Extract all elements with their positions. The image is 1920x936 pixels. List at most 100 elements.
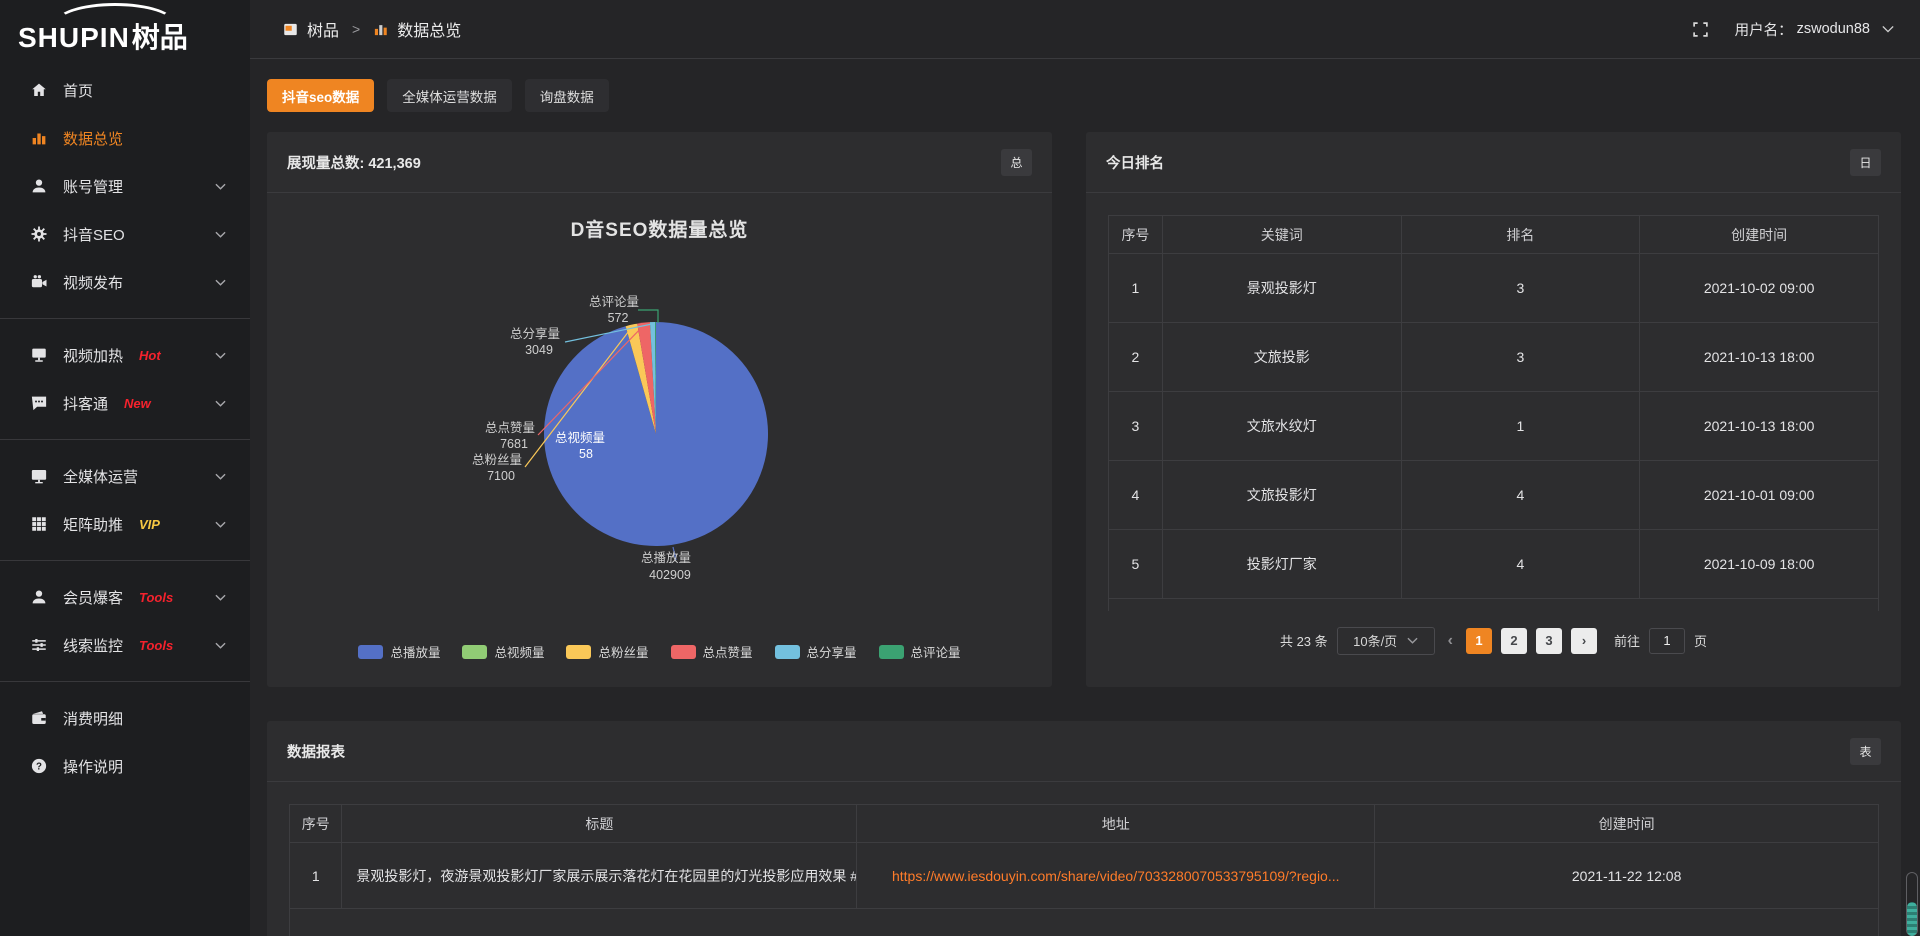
- grid-icon: [30, 515, 48, 533]
- legend-item-videos[interactable]: 总视频量: [462, 642, 544, 661]
- table-toggle-button[interactable]: 表: [1850, 738, 1881, 765]
- total-toggle-button[interactable]: 总: [1001, 149, 1032, 176]
- day-toggle-button[interactable]: 日: [1850, 149, 1881, 176]
- chevron-down-icon: [215, 642, 226, 649]
- pie-label-value-videos: 58: [579, 447, 593, 461]
- sidebar-item-data-overview[interactable]: 数据总览: [0, 114, 250, 162]
- sidebar-item-video-publish[interactable]: 视频发布: [0, 258, 250, 306]
- sidebar-divider: [0, 681, 250, 682]
- prev-page-button[interactable]: ‹: [1444, 632, 1457, 650]
- wallet-icon: [30, 709, 48, 727]
- page-button-2[interactable]: 2: [1501, 628, 1527, 654]
- sidebar-divider: [0, 560, 250, 561]
- legend-label: 总评论量: [911, 642, 961, 661]
- sidebar-item-label: 矩阵助推: [63, 514, 123, 535]
- rank-table: 序号关键词排名创建时间1景观投影灯32021-10-02 09:002文旅投影3…: [1086, 193, 1901, 611]
- chevron-down-icon: [215, 521, 226, 528]
- chevron-down-icon: [215, 231, 226, 238]
- legend-item-shares[interactable]: 总分享量: [775, 642, 857, 661]
- chevron-down-icon[interactable]: [1882, 25, 1894, 33]
- sidebar-item-leads-monitor[interactable]: 线索监控Tools: [0, 621, 250, 669]
- table-header-row: 序号标题地址创建时间: [290, 805, 1879, 843]
- pie-label-name-fans: 总粉丝量: [472, 452, 522, 467]
- sidebar-item-label: 会员爆客: [63, 587, 123, 608]
- tab-douyin-seo-data[interactable]: 抖音seo数据: [267, 79, 374, 112]
- pie-label-name-videos: 总视频量: [555, 430, 605, 445]
- sidebar-item-douketong[interactable]: 抖客通New: [0, 379, 250, 427]
- column-header: 序号: [1109, 216, 1163, 254]
- sidebar-item-spend-detail[interactable]: 消费明细: [0, 694, 250, 742]
- pie-chart: D音SEO数据量总览 总播放量402909总视频量58总粉丝量7100总点赞量7…: [267, 193, 1052, 687]
- sidebar-item-help[interactable]: ?操作说明: [0, 742, 250, 790]
- pie-label-value-comments: 572: [608, 311, 629, 325]
- legend-swatch: [462, 645, 487, 659]
- legend-item-fans[interactable]: 总粉丝量: [566, 642, 648, 661]
- member-icon: [30, 588, 48, 606]
- sidebar-item-matrix-boost[interactable]: 矩阵助推 VIP: [0, 500, 250, 548]
- cell: 文旅投影: [1162, 323, 1401, 392]
- cell: 投影灯厂家: [1162, 530, 1401, 599]
- sidebar-item-account-manage[interactable]: 账号管理: [0, 162, 250, 210]
- column-header: 标题: [342, 805, 857, 843]
- table-row: 1景观投影灯，夜游景观投影灯厂家展示展示落花灯在花园里的灯光投影应用效果 #ht…: [290, 843, 1879, 909]
- sidebar-item-media-ops[interactable]: 全媒体运营: [0, 452, 250, 500]
- breadcrumb: 树品 > 数据总览: [283, 17, 461, 41]
- pagination: 共 23 条10条/页‹123›前往1页: [1086, 627, 1901, 655]
- legend-item-comments[interactable]: 总评论量: [879, 642, 961, 661]
- screen-icon: [30, 346, 48, 364]
- report-table: 序号标题地址创建时间1景观投影灯，夜游景观投影灯厂家展示展示落花灯在花园里的灯光…: [267, 782, 1901, 936]
- jump-page-input[interactable]: 1: [1649, 628, 1685, 654]
- cell: 2021-10-02 09:00: [1640, 254, 1879, 323]
- page-size-select[interactable]: 10条/页: [1337, 627, 1435, 655]
- legend-item-plays[interactable]: 总播放量: [358, 642, 440, 661]
- sidebar-nav: 首页数据总览账号管理抖音SEO视频发布视频加热Hot抖客通New全媒体运营矩阵助…: [0, 62, 250, 790]
- cell: 2: [1109, 323, 1163, 392]
- next-page-button[interactable]: ›: [1571, 628, 1597, 654]
- breadcrumb-item-shupin[interactable]: 树品: [307, 17, 339, 41]
- main-content: 抖音seo数据全媒体运营数据询盘数据 展现量总数: 421,369 总 D音SE…: [250, 59, 1920, 936]
- sidebar-item-label: 账号管理: [63, 176, 123, 197]
- fullscreen-icon[interactable]: [1692, 21, 1709, 38]
- legend-item-likes[interactable]: 总点赞量: [671, 642, 753, 661]
- column-header: 创建时间: [1375, 805, 1879, 843]
- report-link[interactable]: https://www.iesdouyin.com/share/video/70…: [857, 843, 1375, 909]
- impressions-total: 展现量总数: 421,369: [287, 152, 421, 173]
- page-button-1[interactable]: 1: [1466, 628, 1492, 654]
- table-row: 2文旅投影32021-10-13 18:00: [1109, 323, 1879, 392]
- column-header: 关键词: [1162, 216, 1401, 254]
- home-icon: [30, 81, 48, 99]
- chevron-down-icon: [215, 473, 226, 480]
- sidebar-item-label: 首页: [63, 80, 93, 101]
- cell: 2021-10-09 18:00: [1640, 530, 1879, 599]
- sidebar-item-home[interactable]: 首页: [0, 66, 250, 114]
- sidebar-item-video-heat[interactable]: 视频加热Hot: [0, 331, 250, 379]
- logo-arc-icon: [54, 3, 176, 45]
- sidebar-item-label: 消费明细: [63, 708, 123, 729]
- pie-label-name-shares: 总分享量: [510, 326, 560, 341]
- legend-swatch: [671, 645, 696, 659]
- table-header-row: 序号关键词排名创建时间: [1109, 216, 1879, 254]
- breadcrumb-item-data-overview[interactable]: 数据总览: [397, 17, 461, 41]
- pagination-total: 共 23 条: [1280, 631, 1328, 650]
- cell: 3: [1401, 323, 1640, 392]
- tab-inquiry-data[interactable]: 询盘数据: [525, 79, 609, 112]
- cell: 5: [1109, 530, 1163, 599]
- top-panel-row: 展现量总数: 421,369 总 D音SEO数据量总览 总播放量402909总视…: [267, 132, 1901, 687]
- jump-suffix: 页: [1694, 631, 1707, 650]
- column-header: 地址: [857, 805, 1375, 843]
- chevron-down-icon: [215, 594, 226, 601]
- chat-icon: [30, 394, 48, 412]
- page-button-3[interactable]: 3: [1536, 628, 1562, 654]
- window-icon: [283, 22, 298, 37]
- sidebar-item-douyin-seo[interactable]: 抖音SEO: [0, 210, 250, 258]
- scrollbar-thumb[interactable]: [1907, 902, 1917, 936]
- table-row: 4文旅投影灯42021-10-01 09:00: [1109, 461, 1879, 530]
- table-row: 5投影灯厂家42021-10-09 18:00: [1109, 530, 1879, 599]
- column-header: 排名: [1401, 216, 1640, 254]
- sidebar-divider: [0, 439, 250, 440]
- tab-media-ops-data[interactable]: 全媒体运营数据: [387, 79, 512, 112]
- sidebar-item-member-baoke[interactable]: 会员爆客Tools: [0, 573, 250, 621]
- sidebar-badge: VIP: [139, 517, 160, 532]
- sidebar-badge: Hot: [139, 348, 161, 363]
- today-rank-panel: 今日排名 日 序号关键词排名创建时间1景观投影灯32021-10-02 09:0…: [1086, 132, 1901, 687]
